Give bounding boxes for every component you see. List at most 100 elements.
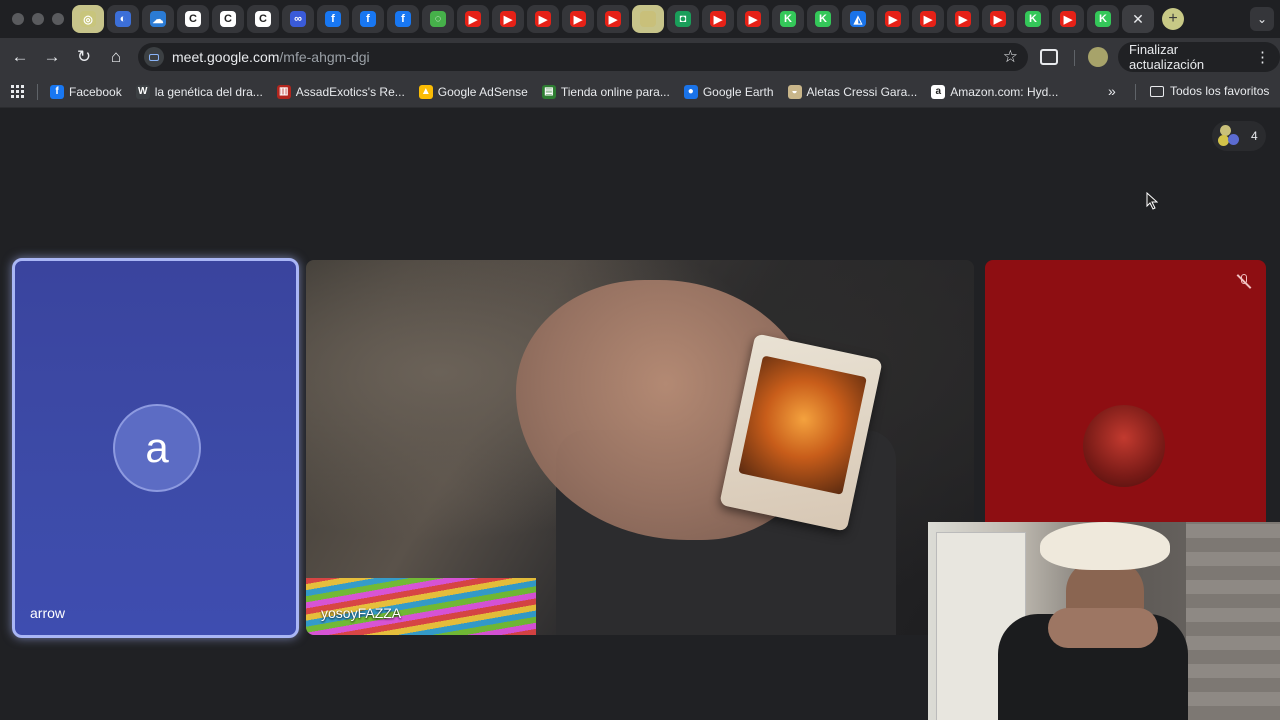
url-text[interactable]: meet.google.com/mfe-ahgm-dgi (172, 49, 370, 65)
browser-tab[interactable]: ▶ (702, 5, 734, 33)
browser-tab[interactable]: ▶ (877, 5, 909, 33)
tab-favicon-icon: f (395, 11, 411, 27)
bookmark-favicon-icon: ▲ (418, 84, 433, 99)
self-view-wall (1186, 522, 1280, 720)
bookmark-item[interactable]: ▥ AssadExotics's Re... (276, 84, 405, 99)
participant-avatar: a (113, 404, 201, 492)
bookmarks-bar: f Facebook Wla genética del dra... ▥ AssadEx… (0, 76, 1280, 108)
maximize-window-button[interactable] (52, 13, 64, 25)
tab-favicon-icon: K (1095, 11, 1111, 27)
tab-search-chevron-icon[interactable]: ⌄ (1250, 7, 1274, 31)
browser-tab[interactable]: ◐ (107, 5, 139, 33)
tab-favicon-icon: ▶ (605, 11, 621, 27)
profile-avatar[interactable] (1088, 47, 1108, 67)
browser-tab[interactable]: f (387, 5, 419, 33)
mic-off-icon (1236, 273, 1252, 289)
more-menu-icon[interactable]: ⋮ (1255, 48, 1270, 66)
bookmark-item[interactable]: a Amazon.com: Hyd... (931, 84, 1059, 99)
browser-tab[interactable]: K (807, 5, 839, 33)
browser-tab[interactable]: ▶ (527, 5, 559, 33)
close-window-button[interactable] (12, 13, 24, 25)
bookmark-favicon-icon: f (50, 84, 64, 99)
reload-icon[interactable]: ↻ (68, 41, 100, 73)
home-icon[interactable]: ⌂ (100, 41, 132, 73)
browser-tab[interactable]: ▶ (492, 5, 524, 33)
bookmark-item[interactable]: Wla genética del dra... (135, 84, 263, 99)
tab-favicon-icon: f (325, 11, 341, 27)
browser-tab[interactable]: K (1087, 5, 1119, 33)
participant-tile-arrow[interactable]: a arrow (12, 258, 299, 638)
bookmark-item[interactable]: ▲ Google AdSense (418, 84, 528, 99)
self-view-hat (1040, 522, 1170, 570)
bookmark-item[interactable]: ● Google Earth (683, 84, 774, 99)
tab-favicon-icon: ☁ (150, 11, 166, 27)
browser-tab[interactable] (632, 5, 664, 33)
tab-favicon-icon (640, 11, 656, 27)
tab-favicon-icon: ▶ (535, 11, 551, 27)
meet-stage: 4 a arrow yosoyFAZZA (0, 108, 1280, 720)
browser-tab[interactable]: ∞ (282, 5, 314, 33)
browser-tab[interactable]: ◭ (842, 5, 874, 33)
more-bookmarks-icon[interactable]: » (1108, 83, 1116, 99)
folder-icon (1150, 85, 1164, 97)
site-info-icon[interactable] (144, 47, 164, 67)
browser-tab[interactable]: ▶ (562, 5, 594, 33)
bookmark-favicon-icon: ▤ (541, 84, 556, 99)
tab-favicon-icon: ◌ (430, 11, 446, 27)
bookmark-item[interactable]: ▤ Tienda online para... (541, 84, 670, 99)
bookmark-label: Amazon.com: Hyd... (950, 84, 1059, 99)
browser-tab[interactable]: ☁ (142, 5, 174, 33)
browser-tab[interactable]: ▶ (912, 5, 944, 33)
active-tab[interactable]: ✕ (1122, 5, 1154, 33)
tab-favicon-icon: K (1025, 11, 1041, 27)
all-favorites-folder[interactable]: Todos los favoritos (1150, 84, 1269, 98)
toolbar-divider (1074, 50, 1075, 66)
address-bar[interactable]: meet.google.com/mfe-ahgm-dgi ☆ (138, 43, 1028, 71)
update-button[interactable]: Finalizar actualización ⋮ (1118, 42, 1280, 72)
browser-tab[interactable]: f (352, 5, 384, 33)
participant-avatar-photo (1083, 405, 1165, 487)
tab-favicon-icon: ∞ (290, 11, 306, 27)
browser-tab[interactable]: C (212, 5, 244, 33)
minimize-window-button[interactable] (32, 13, 44, 25)
bookmark-label: la genética del dra... (154, 84, 263, 99)
self-view-tile[interactable] (928, 522, 1280, 720)
apps-grid-icon[interactable] (11, 84, 25, 99)
tab-favicon-icon: C (185, 11, 201, 27)
new-tab-button[interactable]: + (1162, 8, 1184, 30)
tab-favicon-icon: K (780, 11, 796, 27)
back-arrow-icon[interactable]: ← (4, 41, 36, 73)
tab-favicon-icon: ◎ (80, 11, 96, 27)
bookmark-item[interactable]: f Facebook (50, 84, 122, 99)
participants-button[interactable]: 4 (1212, 121, 1266, 151)
extensions-puzzle-icon[interactable] (1040, 49, 1058, 65)
browser-tab[interactable]: C (177, 5, 209, 33)
browser-tab[interactable]: ▶ (597, 5, 629, 33)
tab-favicon-icon: ▶ (745, 11, 761, 27)
close-tab-icon[interactable]: ✕ (1132, 11, 1144, 28)
participant-tile-video[interactable]: yosoyFAZZA (306, 260, 974, 635)
browser-tab[interactable]: K (1017, 5, 1049, 33)
bookmark-item[interactable]: ◒ Aletas Cressi Gara... (787, 84, 917, 99)
tab-favicon-icon: ▶ (885, 11, 901, 27)
browser-tab[interactable]: C (247, 5, 279, 33)
browser-tab[interactable]: f (317, 5, 349, 33)
browser-tab[interactable]: ▶ (457, 5, 489, 33)
browser-tab[interactable]: ▶ (947, 5, 979, 33)
browser-tab[interactable]: ◘ (667, 5, 699, 33)
bookmark-label: Facebook (69, 84, 122, 99)
bookmark-list: f Facebook Wla genética del dra... ▥ AssadEx… (50, 84, 1072, 99)
bookmark-star-icon[interactable]: ☆ (1003, 47, 1018, 67)
browser-tab[interactable]: ◌ (422, 5, 454, 33)
browser-tab[interactable]: ▶ (737, 5, 769, 33)
browser-tab[interactable]: ◎ (72, 5, 104, 33)
bookmark-favicon-icon: W (135, 84, 150, 99)
update-label: Finalizar actualización (1129, 42, 1205, 72)
all-favorites-label: Todos los favoritos (1170, 84, 1270, 98)
browser-tab[interactable]: K (772, 5, 804, 33)
forward-arrow-icon[interactable]: → (36, 41, 68, 73)
browser-tab[interactable]: ▶ (982, 5, 1014, 33)
participant-name: arrow (30, 605, 66, 621)
browser-tab[interactable]: ▶ (1052, 5, 1084, 33)
bookmark-favicon-icon: ▥ (276, 84, 291, 99)
